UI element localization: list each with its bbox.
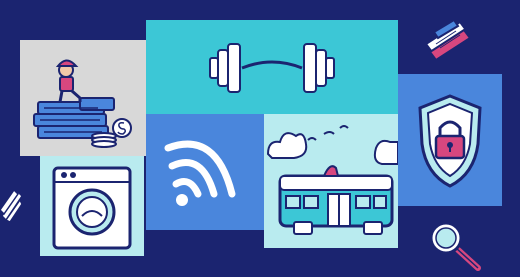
shield-lock-icon [418,94,482,188]
wifi-tile [146,114,264,230]
dumbbell-tile [146,20,398,114]
washing-machine-tile [40,156,144,256]
magnifier-icon [426,218,484,274]
washing-machine-icon [52,166,132,250]
wifi-icon [164,140,236,206]
bus-tile [264,114,398,248]
person-on-money-icon [33,59,132,148]
bus-icon [266,125,398,235]
money-stack-tile [20,40,146,156]
paper-fan-icon [0,186,24,222]
illustration-canvas [0,0,520,277]
books-icon [420,14,476,62]
dumbbell-icon [209,43,335,93]
security-shield-tile [398,74,502,206]
